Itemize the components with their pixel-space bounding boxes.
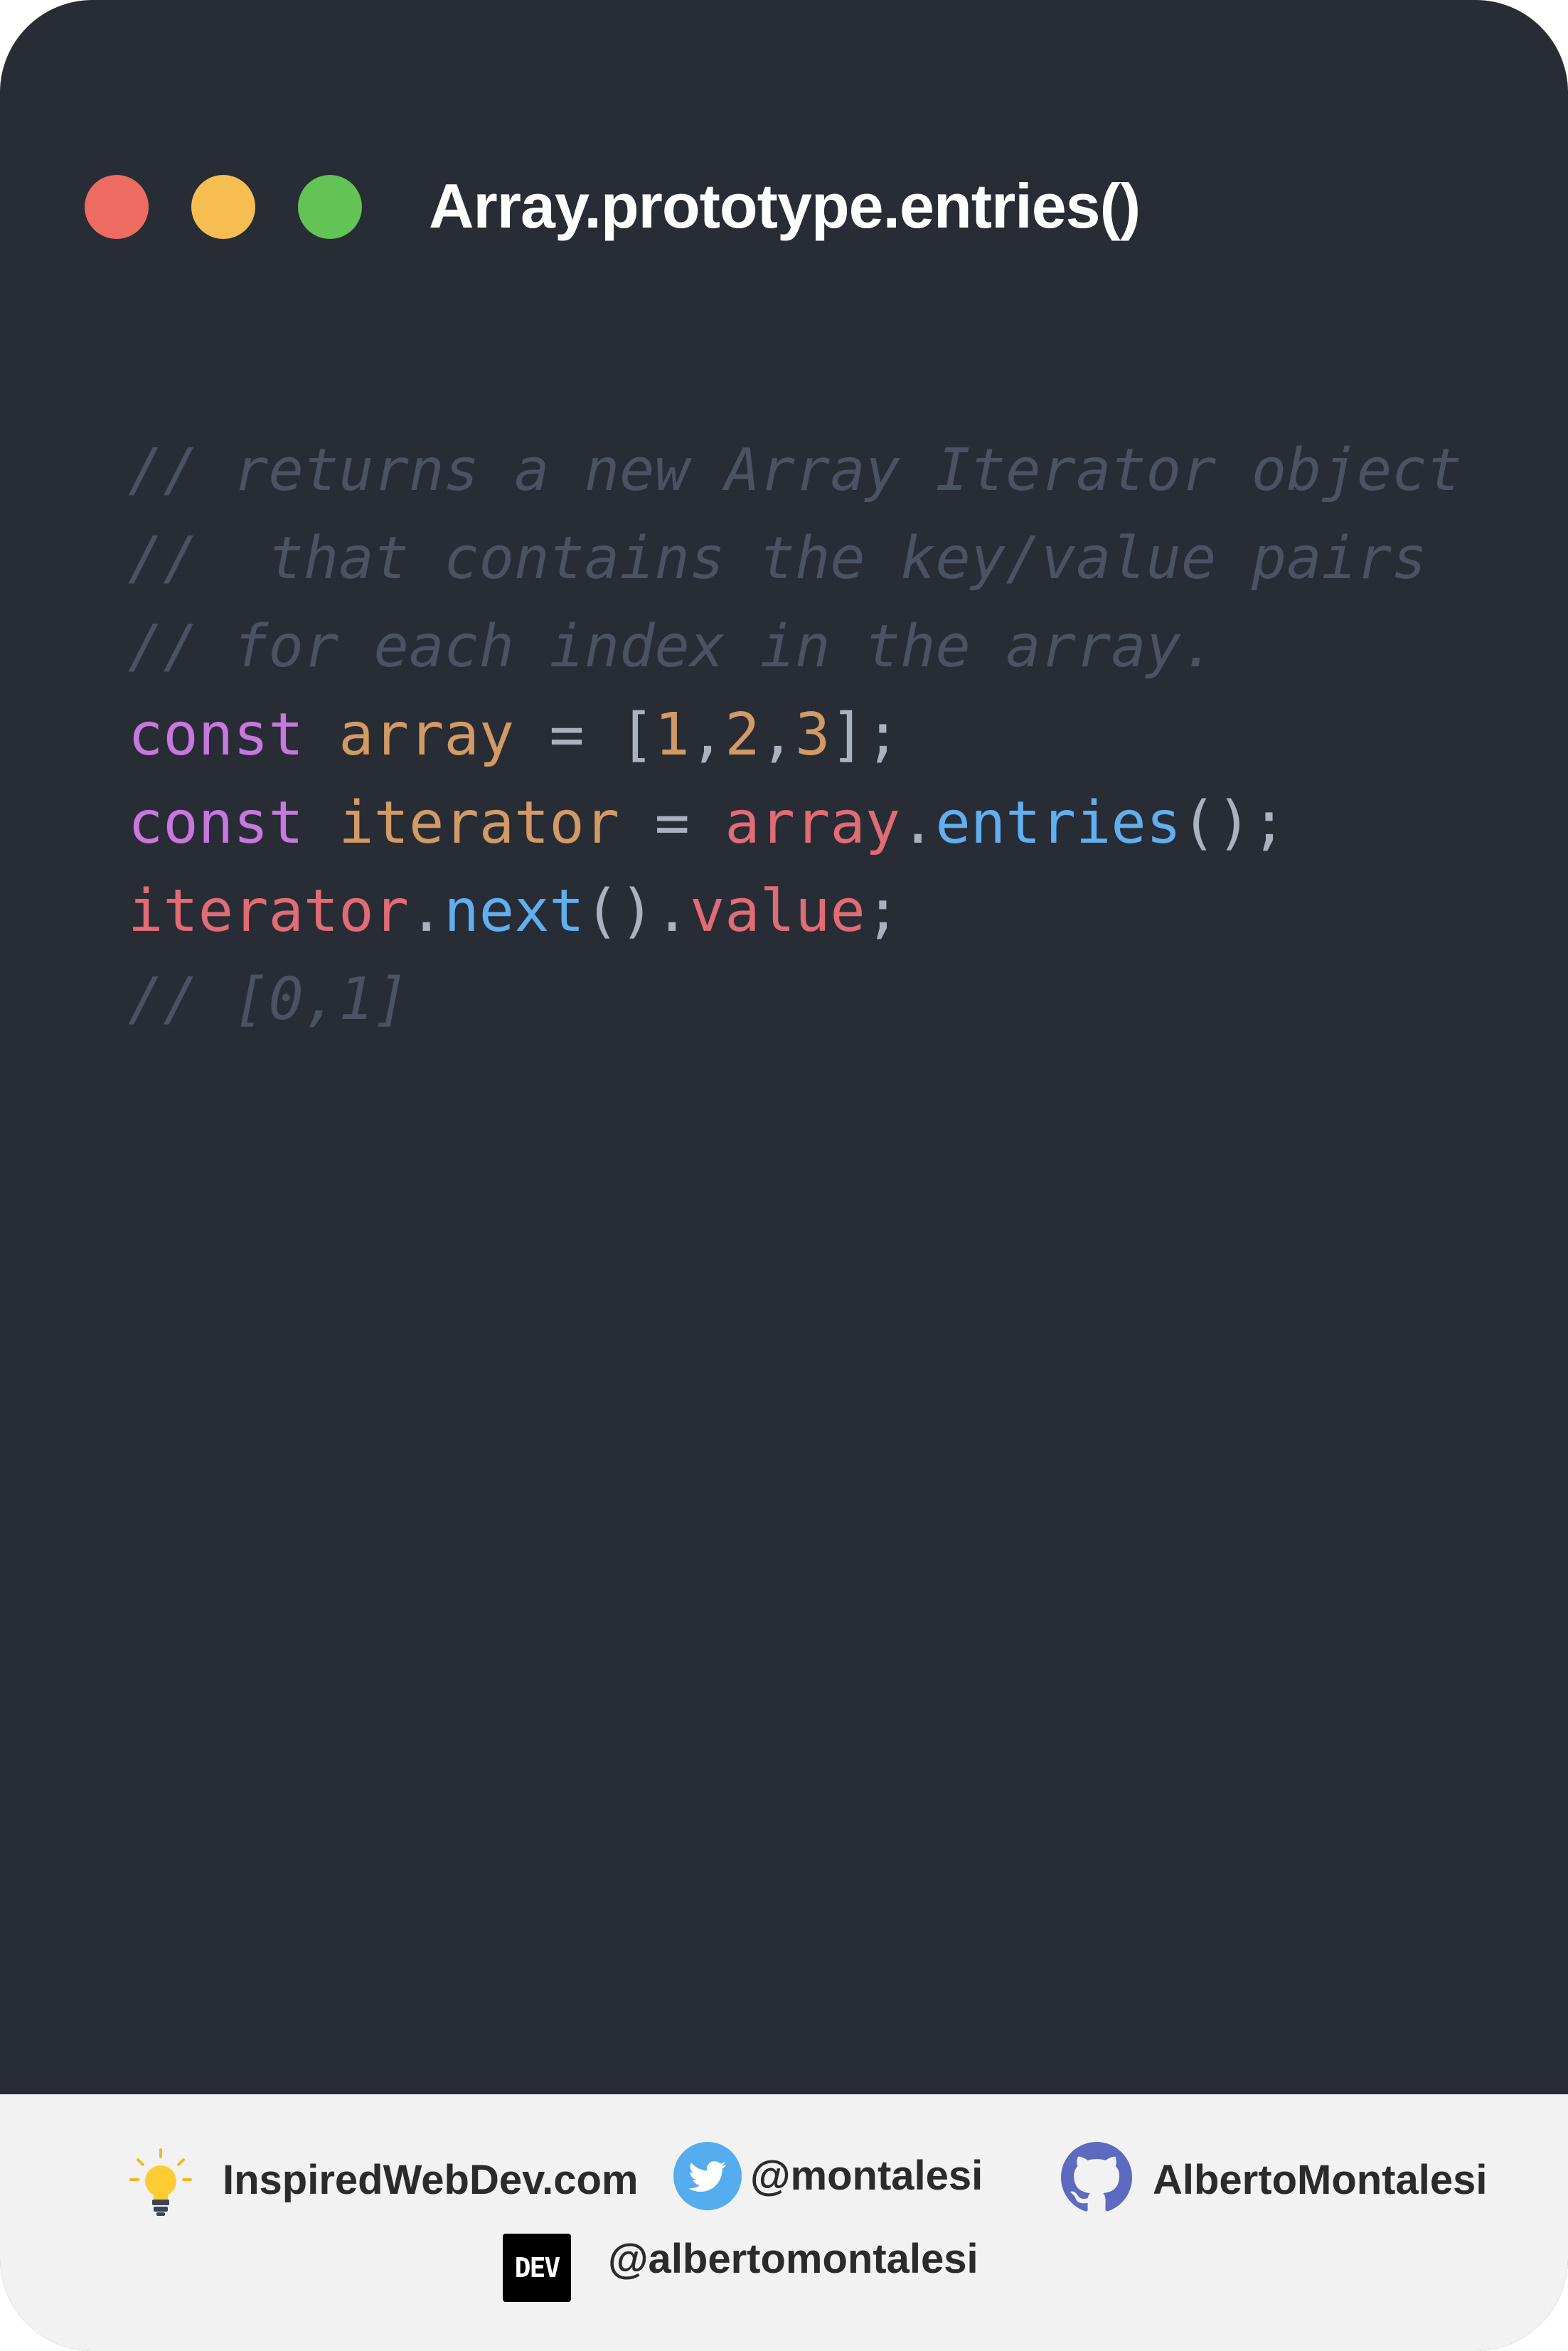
dev-logo-icon: DEV [503, 2234, 571, 2302]
code-token: const [128, 789, 304, 857]
title-bar: Array.prototype.entries() [0, 0, 1568, 299]
code-token: . [408, 878, 444, 945]
code-token: next [444, 878, 585, 945]
footer: InspiredWebDev.com @montalesi AlbertoMon… [0, 2094, 1568, 2351]
lightbulb-icon [129, 2148, 192, 2216]
code-token: ]; [830, 701, 901, 769]
code-line: // returns a new Array Iterator object [128, 427, 1462, 515]
window-title: Array.prototype.entries() [429, 171, 1141, 241]
code-comment: // that contains the key/value pairs [128, 525, 1427, 592]
code-comment: // [0,1] [128, 966, 409, 1033]
code-token: iterator [338, 789, 620, 857]
code-token: = [ [514, 701, 655, 769]
twitter-icon [673, 2142, 742, 2210]
code-token: array [338, 701, 515, 769]
code-token: = [619, 789, 725, 857]
code-token: 1 [654, 701, 690, 769]
website-link[interactable]: InspiredWebDev.com [223, 2155, 638, 2205]
code-token: (); [1181, 789, 1287, 857]
code-token: iterator [128, 878, 409, 945]
code-token: 3 [795, 701, 831, 769]
code-token: (). [584, 878, 690, 945]
code-token: , [689, 701, 725, 769]
close-dot[interactable] [85, 175, 149, 239]
code-token: , [759, 701, 796, 769]
code-line: // [0,1] [128, 956, 1462, 1044]
minimize-dot[interactable] [191, 175, 255, 239]
code-comment: // for each index in the array. [128, 613, 1217, 681]
code-line: // that contains the key/value pairs [128, 515, 1462, 603]
code-block: // returns a new Array Iterator object //… [128, 427, 1462, 1044]
code-token: entries [935, 789, 1182, 857]
dev-handle[interactable]: @albertomontalesi [608, 2234, 978, 2284]
code-token: array [725, 789, 901, 857]
github-icon [1061, 2142, 1132, 2212]
code-line: const array = [1,2,3]; [128, 691, 1462, 779]
maximize-dot[interactable] [298, 175, 362, 239]
code-token: . [900, 789, 936, 857]
code-token: ; [865, 878, 901, 945]
code-comment: // returns a new Array Iterator object [128, 437, 1462, 504]
code-card: Array.prototype.entries() // returns a n… [0, 0, 1568, 2351]
code-token: value [689, 878, 865, 945]
code-line: const iterator = array.entries(); [128, 779, 1462, 868]
github-handle[interactable]: AlbertoMontalesi [1153, 2155, 1488, 2205]
code-line: // for each index in the array. [128, 603, 1462, 691]
code-token: 2 [725, 701, 760, 769]
twitter-handle[interactable]: @montalesi [750, 2151, 983, 2201]
code-token: const [128, 701, 304, 769]
dev-logo-text: DEV [514, 2252, 561, 2283]
code-line: iterator.next().value; [128, 868, 1462, 956]
